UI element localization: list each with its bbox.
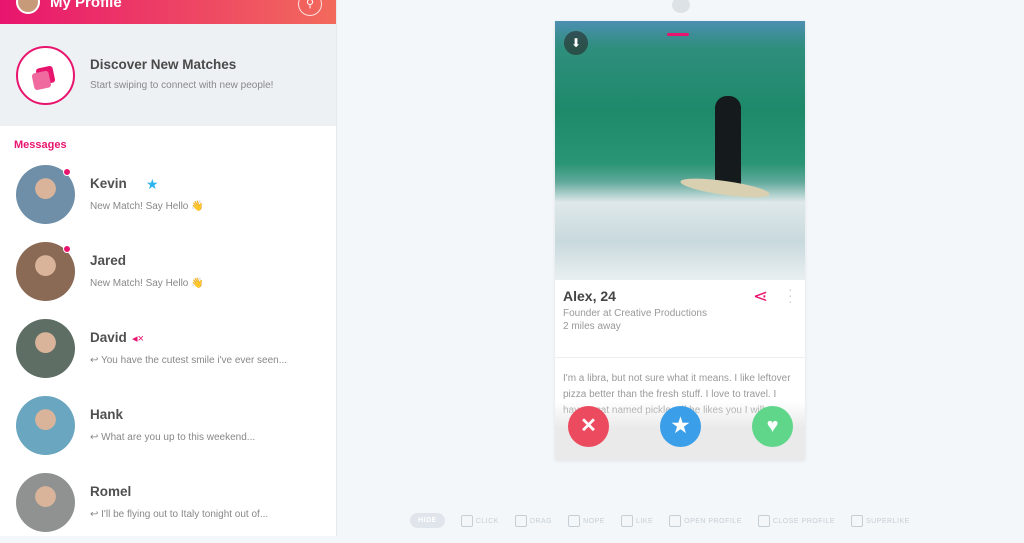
message-item[interactable]: Hank ↩ What are you up to this weekend..… — [0, 396, 337, 466]
keyboard-hints: HIDE CLICK DRAG NOPE LIKE OPEN PROFILE C… — [410, 513, 910, 528]
message-preview: New Match! Say Hello 👋 — [90, 201, 204, 212]
right-arrow-key-icon — [620, 514, 633, 527]
contact-name: Kevin — [90, 176, 127, 191]
profile-header[interactable]: My Profile ⚲ — [0, 0, 336, 24]
unread-dot — [63, 168, 71, 176]
avatar[interactable] — [16, 473, 75, 532]
discover-new-matches[interactable]: Discover New Matches Start swiping to co… — [0, 24, 336, 126]
contact-name: David — [90, 330, 127, 345]
nope-button[interactable]: ✕ — [568, 406, 609, 447]
hide-hints-button[interactable]: HIDE — [410, 513, 445, 528]
search-icon[interactable]: ⚲ — [298, 0, 322, 16]
down-arrow-key-icon — [757, 514, 770, 527]
profile-name: Alex, 24 — [563, 288, 616, 304]
avatar[interactable] — [16, 396, 75, 455]
contact-name: Hank — [90, 407, 124, 422]
discover-subtitle: Start swiping to connect with new people… — [90, 80, 274, 91]
hint-close-profile: CLOSE PROFILE — [757, 514, 835, 527]
my-profile-title[interactable]: My Profile — [50, 0, 122, 11]
like-button[interactable]: ♥ — [752, 406, 793, 447]
message-preview: ↩ I'll be flying out to Italy tonight ou… — [90, 509, 269, 520]
my-avatar[interactable] — [16, 0, 40, 14]
profile-distance: 2 miles away — [563, 321, 621, 332]
indicator-dot — [672, 0, 690, 13]
message-item[interactable]: David ◂× ↩ You have the cutest smile i'v… — [0, 319, 337, 389]
profile-job: Founder at Creative Productions — [563, 308, 707, 319]
hint-open-profile: OPEN PROFILE — [669, 514, 742, 527]
hint-click: CLICK — [460, 514, 499, 527]
muted-icon: ◂× — [132, 333, 144, 345]
unread-dot — [63, 245, 71, 253]
message-preview: ↩ What are you up to this weekend... — [90, 432, 256, 443]
message-preview: New Match! Say Hello 👋 — [90, 278, 204, 289]
enter-key-icon — [851, 514, 863, 527]
avatar[interactable] — [16, 319, 75, 378]
download-icon[interactable]: ⬇ — [564, 31, 588, 55]
discover-title: Discover New Matches — [90, 57, 237, 72]
sidebar: My Profile ⚲ Discover New Matches Start … — [0, 0, 337, 536]
hint-superlike: SUPERLIKE — [851, 514, 910, 527]
contact-name: Romel — [90, 484, 132, 499]
drag-icon — [514, 514, 527, 527]
contact-name: Jared — [90, 253, 127, 268]
message-item[interactable]: Kevin ★ New Match! Say Hello 👋 — [0, 165, 337, 235]
profile-card[interactable]: ⬇ Alex, 24 Founder at Creative Productio… — [555, 21, 805, 460]
left-arrow-key-icon — [568, 514, 581, 527]
up-arrow-key-icon — [669, 514, 682, 527]
surfer-figure — [715, 96, 741, 191]
share-icon[interactable]: ⋖ — [753, 286, 768, 307]
messages-label: Messages — [14, 139, 67, 151]
hint-nope: NOPE — [568, 514, 605, 527]
more-options-icon[interactable]: · · · — [788, 282, 794, 308]
profile-info: Alex, 24 Founder at Creative Productions… — [555, 280, 805, 358]
hint-drag: DRAG — [514, 514, 552, 527]
tap-icon — [460, 514, 473, 527]
discover-icon — [16, 46, 75, 105]
profile-photo[interactable]: ⬇ — [555, 21, 805, 280]
hint-like: LIKE — [620, 514, 653, 527]
message-preview: ↩ You have the cutest smile i've ever se… — [90, 355, 288, 366]
photo-pager — [667, 33, 689, 36]
message-item[interactable]: Jared New Match! Say Hello 👋 — [0, 242, 337, 312]
message-item[interactable]: Romel ↩ I'll be flying out to Italy toni… — [0, 473, 337, 543]
superlike-star-icon: ★ — [146, 176, 159, 192]
superlike-button[interactable]: ★ — [660, 406, 701, 447]
